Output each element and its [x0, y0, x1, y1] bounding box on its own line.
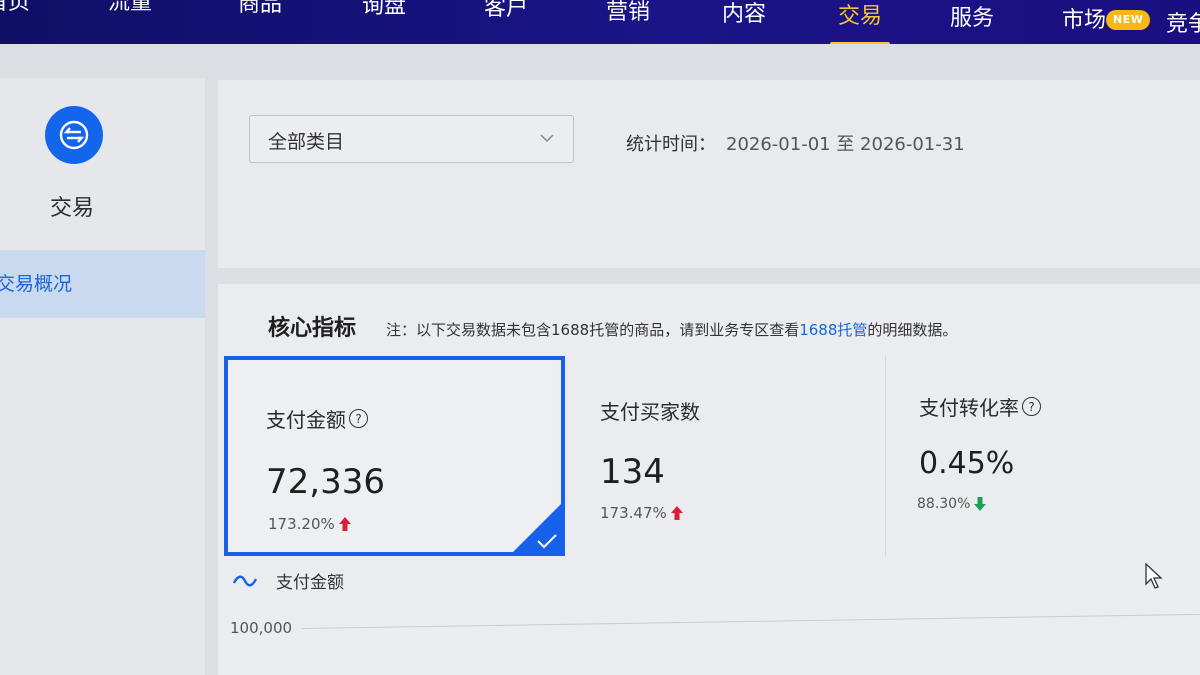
stat-time-label: 统计时间： [626, 134, 716, 155]
nav-item-marketing[interactable]: 营销 [606, 0, 650, 42]
metric-change: 173.47% [600, 504, 684, 522]
top-nav: 首页 流量 商品 询盘 客户 营销 内容 交易 服务 市场 NEW 竞争 [0, 0, 1200, 44]
metric-label: 支付转化率 ? [919, 392, 1041, 421]
chart-legend[interactable]: 支付金额 [232, 568, 344, 593]
chevron-down-icon [540, 134, 554, 143]
category-select-value: 全部类目 [268, 131, 345, 153]
mouse-cursor-icon [1145, 563, 1163, 589]
metrics-note-suffix: 的明细数据。 [867, 321, 958, 339]
metric-card-payment-amount[interactable]: 支付金额 ? 72,336 173.20% [224, 356, 565, 556]
help-icon[interactable]: ? [349, 409, 368, 428]
metric-value: 72,336 [266, 462, 385, 502]
metric-card-conversion-rate[interactable]: 支付转化率 ? 0.45% 88.30% [885, 356, 1200, 556]
line-series-icon [232, 575, 258, 586]
metric-change: 173.20% [268, 515, 352, 533]
arrow-up-icon [670, 506, 683, 520]
selected-check-icon [513, 504, 561, 552]
metric-card-buyer-count[interactable]: 支付买家数 134 173.47% [565, 356, 885, 556]
nav-item-service[interactable]: 服务 [950, 4, 994, 44]
metric-value: 134 [600, 452, 665, 492]
sidebar-title: 交易 [50, 196, 95, 221]
nav-item-home[interactable]: 首页 [0, 0, 30, 32]
y-axis-tick: 100,000 [230, 619, 293, 637]
nav-item-traffic[interactable]: 流量 [108, 0, 152, 32]
nav-item-products[interactable]: 商品 [238, 0, 282, 34]
stat-time: 统计时间： 2026-01-01 至 2026-01-31 [626, 130, 965, 156]
metrics-note: 注：以下交易数据未包含1688托管的商品，请到业务专区查看1688托管的明细数据… [386, 319, 957, 340]
sidebar: 交易 交易概况 [0, 78, 205, 675]
arrow-down-icon [974, 497, 987, 511]
grid-line [301, 613, 1200, 629]
metric-label: 支付买家数 [600, 400, 700, 424]
stat-time-range[interactable]: 2026-01-01 至 2026-01-31 [726, 134, 965, 155]
help-icon[interactable]: ? [1022, 397, 1041, 416]
nav-item-content[interactable]: 内容 [722, 0, 766, 44]
legend-label: 支付金额 [276, 573, 344, 593]
exchange-icon [45, 106, 103, 164]
metrics-note-prefix: 注：以下交易数据未包含1688托管的商品，请到业务专区查看 [386, 321, 800, 339]
metrics-title: 核心指标 [268, 316, 357, 341]
nav-item-trade[interactable]: 交易 [829, 2, 891, 44]
core-metrics-panel: 核心指标 注：以下交易数据未包含1688托管的商品，请到业务专区查看1688托管… [218, 284, 1200, 675]
managed-goods-link[interactable]: 1688托管 [799, 321, 867, 339]
nav-item-competition[interactable]: 竞争 [1166, 10, 1200, 44]
arrow-up-icon [338, 517, 351, 531]
sidebar-item-label: 交易概况 [0, 273, 73, 295]
nav-item-market[interactable]: 市场 [1062, 6, 1106, 44]
metric-change: 88.30% [917, 496, 987, 512]
nav-item-customers[interactable]: 客户 [484, 0, 528, 38]
sidebar-item-trade-overview[interactable]: 交易概况 [0, 250, 205, 318]
nav-item-inquiry[interactable]: 询盘 [362, 0, 406, 36]
filter-panel: 全部类目 统计时间： 2026-01-01 至 2026-01-31 [218, 80, 1200, 268]
metrics-header: 核心指标 注：以下交易数据未包含1688托管的商品，请到业务专区查看1688托管… [268, 310, 957, 342]
new-badge: NEW [1106, 10, 1151, 30]
category-select[interactable]: 全部类目 [249, 115, 574, 163]
metric-label: 支付金额 ? [266, 404, 368, 433]
metric-value: 0.45% [919, 446, 1015, 481]
